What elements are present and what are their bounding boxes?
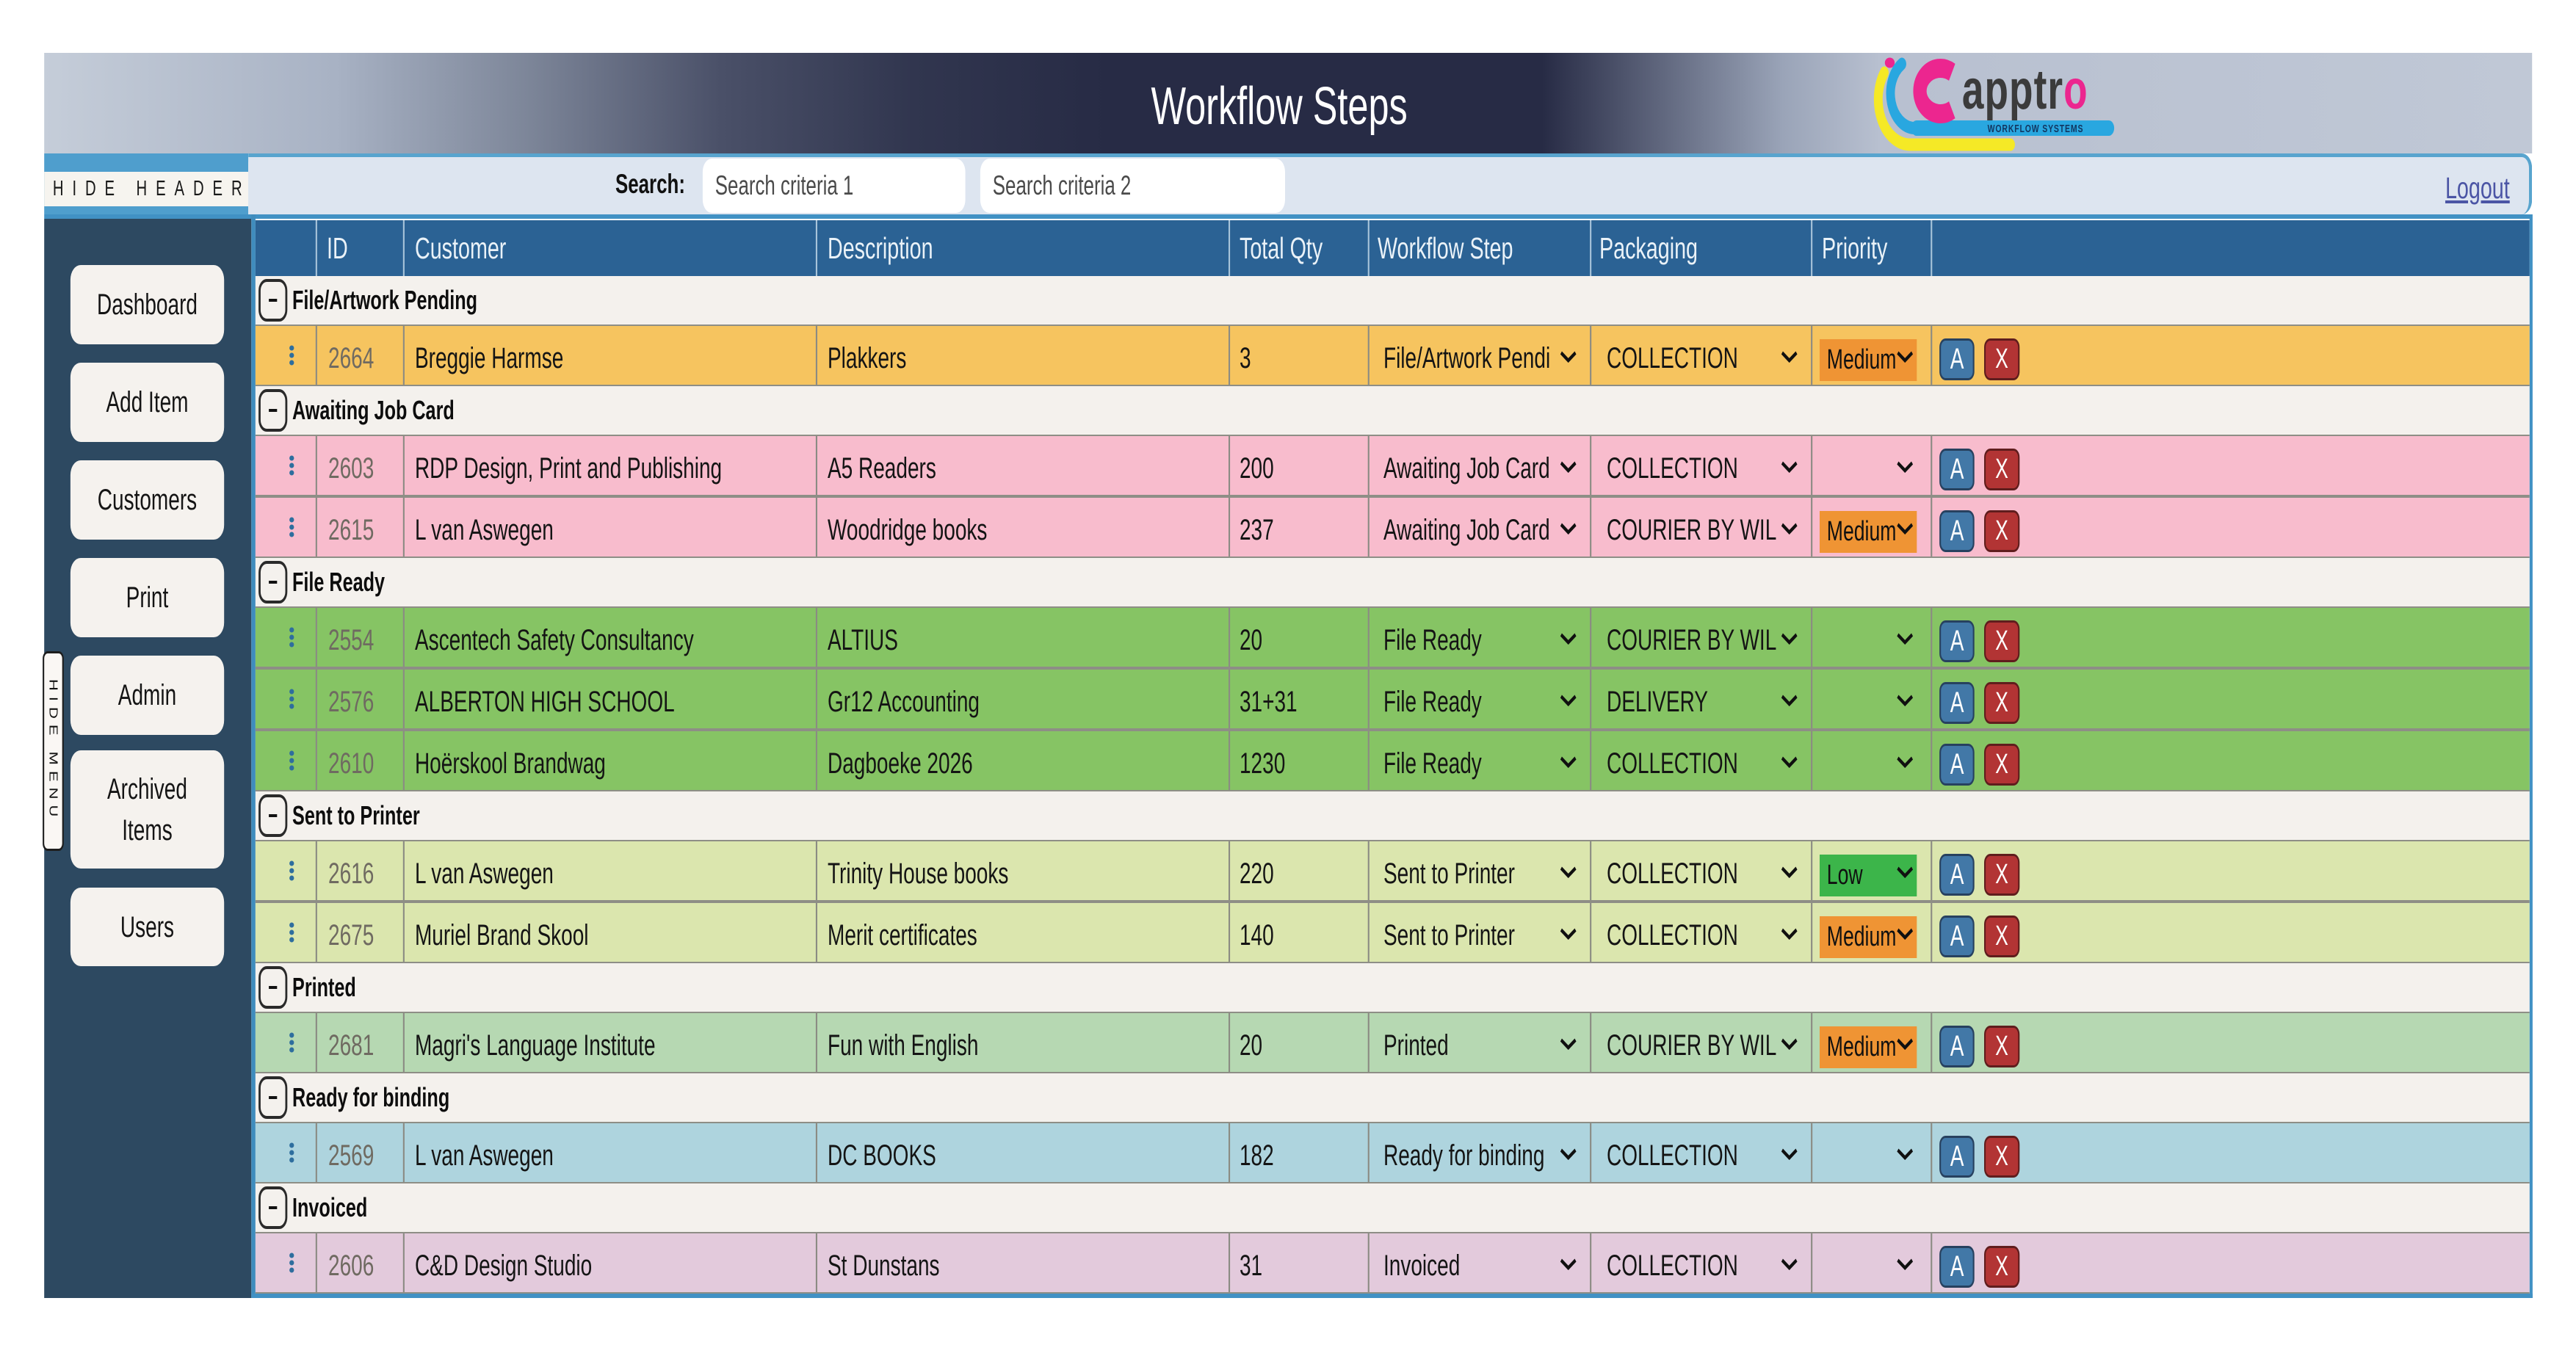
svg-text:WORKFLOW SYSTEMS: WORKFLOW SYSTEMS — [1988, 122, 2084, 134]
svg-text:apptro: apptro — [1962, 59, 2088, 121]
